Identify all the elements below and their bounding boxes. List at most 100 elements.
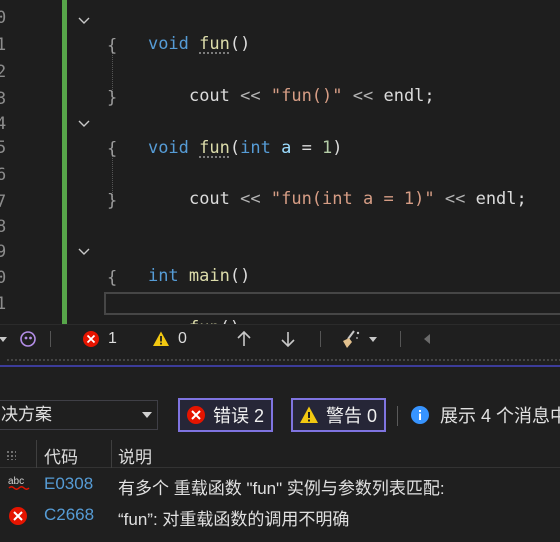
error-list-row[interactable]: C2668 “fun”: 对重载函数的调用不明确 xyxy=(0,500,560,531)
line-number: 7 xyxy=(0,192,7,212)
error-circle-icon xyxy=(83,331,99,347)
code-brace: } xyxy=(107,191,118,211)
scope-dropdown-value: 决方案 xyxy=(1,405,52,424)
code-identifier: cout xyxy=(188,86,230,106)
function-name[interactable]: main xyxy=(189,266,230,286)
code-operator: << xyxy=(229,86,271,106)
code-identifier: endl xyxy=(475,189,517,209)
code-operator: << xyxy=(434,189,476,209)
function-name[interactable]: fun xyxy=(199,138,230,158)
code-line: } xyxy=(107,86,117,110)
intellisense-abc-icon: abc xyxy=(8,475,30,498)
warnings-filter-label: 警告 0 xyxy=(326,406,378,426)
keyword: void xyxy=(147,34,189,54)
line-number: 3 xyxy=(0,89,7,109)
code-operator: << xyxy=(342,86,384,106)
code-line: fun(); xyxy=(148,292,250,324)
keyword: int xyxy=(147,266,179,286)
code-line: } xyxy=(107,189,117,213)
info-circle-icon xyxy=(411,406,429,424)
code-cleanup-broom-icon[interactable] xyxy=(340,329,378,349)
keyword: int xyxy=(240,138,271,158)
code-identifier: cout xyxy=(188,189,230,209)
code-punct: ) xyxy=(332,138,343,158)
error-description: 有多个 重载函数 "fun" 实例与参数列表匹配: xyxy=(118,479,445,498)
chevron-down-icon xyxy=(142,412,152,418)
errors-filter-label: 错误 2 xyxy=(213,406,265,426)
line-number: 5 xyxy=(0,138,7,158)
code-line: void fun(int a = 1) xyxy=(107,112,343,158)
function-name[interactable]: fun xyxy=(199,34,230,54)
parameter-name: a xyxy=(270,138,302,158)
dropdown-arrow-icon[interactable] xyxy=(0,329,8,349)
keyword: void xyxy=(147,138,189,158)
fold-chevron-icon[interactable] xyxy=(77,117,91,131)
line-number: 4 xyxy=(0,114,7,134)
scope-dropdown[interactable]: 决方案 xyxy=(0,400,158,430)
error-circle-icon xyxy=(8,506,28,531)
code-editor[interactable]: 0 1 2 3 4 5 6 7 8 9 0 1 void fun() { cou… xyxy=(0,0,560,324)
messages-filter-button[interactable]: 展示 4 个消息中 xyxy=(410,402,560,428)
next-issue-arrow-icon[interactable] xyxy=(280,329,296,349)
line-number: 0 xyxy=(0,268,7,288)
line-number: 2 xyxy=(0,62,7,82)
code-identifier: endl xyxy=(383,86,425,106)
errors-filter-button[interactable]: 错误 2 xyxy=(178,398,274,432)
error-count[interactable]: 1 xyxy=(82,329,117,349)
code-punct: () xyxy=(229,34,251,54)
code-line: cout << "fun()" << endl; xyxy=(148,60,435,106)
fold-chevron-icon[interactable] xyxy=(77,14,91,28)
code-line: cout << "fun(int a = 1)" << endl; xyxy=(148,163,527,209)
string-literal: "fun()" xyxy=(270,86,343,106)
column-divider[interactable] xyxy=(111,440,112,468)
warning-triangle-icon xyxy=(153,331,169,346)
string-literal: "fun(int a = 1)" xyxy=(270,189,435,209)
warning-count-value: 0 xyxy=(178,330,187,347)
error-code[interactable]: E0308 xyxy=(44,474,93,494)
error-code[interactable]: C2668 xyxy=(44,505,94,525)
code-line: { xyxy=(107,34,117,58)
editor-status-strip: 1 0 xyxy=(0,324,560,352)
code-line: int main() xyxy=(107,240,250,286)
messages-filter-label: 展示 4 个消息中 xyxy=(440,406,560,426)
error-list-row[interactable]: abc E0308 有多个 重载函数 "fun" 实例与参数列表匹配: xyxy=(0,469,560,500)
code-brace: { xyxy=(107,36,118,56)
copilot-icon[interactable] xyxy=(18,329,38,349)
line-number: 8 xyxy=(0,217,7,237)
error-list-header: 代码 说明 xyxy=(0,440,560,468)
warning-triangle-icon xyxy=(300,406,318,423)
number-literal: 1 xyxy=(322,138,333,158)
panel-splitter[interactable] xyxy=(0,352,560,368)
previous-issue-arrow-icon[interactable] xyxy=(236,329,252,349)
code-punct: ; xyxy=(516,189,527,209)
line-number: 1 xyxy=(0,294,7,314)
line-number: 1 xyxy=(0,35,7,55)
separator xyxy=(320,331,321,347)
fold-chevron-icon[interactable] xyxy=(77,245,91,259)
code-brace: { xyxy=(107,268,118,288)
column-divider[interactable] xyxy=(36,440,37,468)
line-number-gutter: 0 1 2 3 4 5 6 7 8 9 0 1 xyxy=(0,0,8,324)
separator xyxy=(400,331,401,347)
error-count-value: 1 xyxy=(108,330,117,347)
line-number: 6 xyxy=(0,165,7,185)
code-line: void fun() xyxy=(107,8,250,54)
code-punct: ; xyxy=(424,86,435,106)
code-line: { xyxy=(107,266,117,290)
warning-count[interactable]: 0 xyxy=(152,329,187,349)
code-brace: } xyxy=(107,88,118,108)
warnings-filter-button[interactable]: 警告 0 xyxy=(291,398,387,432)
code-operator: << xyxy=(229,189,271,209)
error-list-toolbar: 决方案 错误 2 警告 0 展示 4 个消息中 xyxy=(0,368,560,434)
code-operator: = xyxy=(301,138,323,158)
column-header-description[interactable]: 说明 xyxy=(118,443,152,468)
scroll-left-icon[interactable] xyxy=(422,329,432,349)
column-header-code[interactable]: 代码 xyxy=(44,443,78,468)
code-line: { xyxy=(107,137,117,161)
svg-text:abc: abc xyxy=(8,476,24,487)
separator xyxy=(50,331,51,347)
change-tracking-bar xyxy=(62,0,67,324)
dropdown-arrow-icon xyxy=(369,337,377,342)
error-list-panel: 决方案 错误 2 警告 0 展示 4 个消息中 代码 说明 abc E0308 … xyxy=(0,368,560,542)
grip-dots xyxy=(6,359,560,361)
